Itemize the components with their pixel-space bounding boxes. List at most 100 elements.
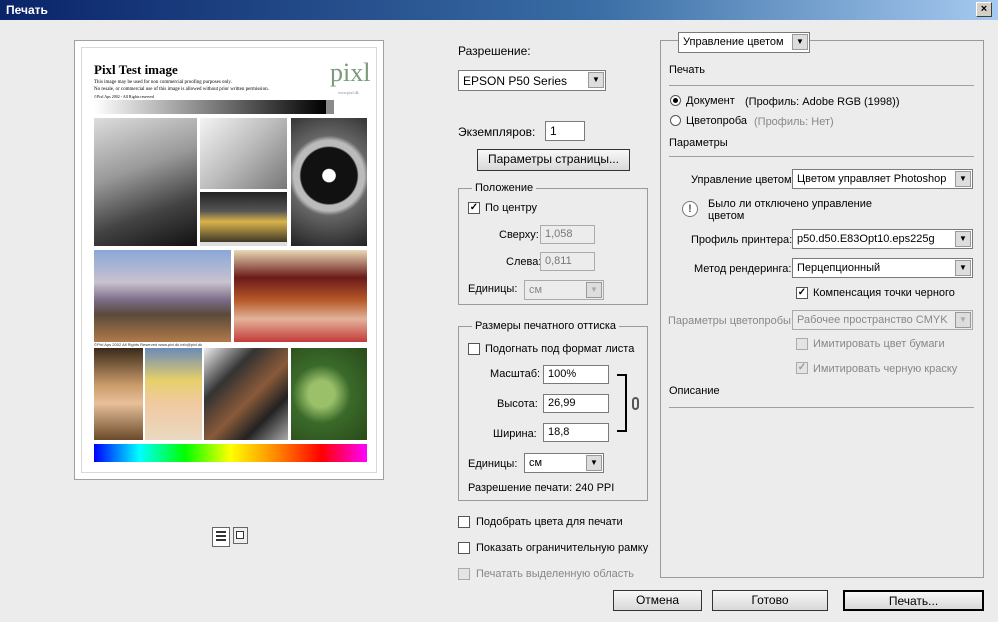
proof-label: Цветопроба [686,115,747,127]
chevron-down-icon: ▼ [955,312,971,328]
position-units-value: см [529,284,543,296]
scaled-units-select[interactable]: см ▼ [524,453,604,473]
photo-woman-1 [94,348,143,440]
proof-setup-label: Параметры цветопробы: [668,315,794,327]
position-units-label: Единицы: [468,283,518,295]
preview-frame: Pixl Test image This image may be used f… [74,40,384,480]
copies-label: Экземпляров: [458,125,536,139]
pixl-logo: pixl [330,58,371,87]
scaled-units-value: см [529,457,543,469]
color-spectrum [94,444,367,462]
fit-media-label: Подогнать под формат листа [485,343,635,355]
match-colors-checkbox[interactable] [458,516,470,528]
grayscale-strip [94,100,326,114]
photo-woman-2 [145,348,202,440]
top-label: Сверху: [499,229,539,241]
bpc-checkbox[interactable]: ✓ [796,287,808,299]
scaled-print-legend: Размеры печатного оттиска [472,320,620,332]
photo-watch [291,118,367,246]
simulate-ink-label: Имитировать черную краску [813,363,958,375]
print-section-title: Печать [669,64,706,76]
photo-food [234,250,367,342]
document-profile: (Профиль: Adobe RGB (1998)) [745,96,900,108]
top-input[interactable]: 1,058 [540,225,595,244]
photo-landscape [94,250,231,342]
printer-profile-select[interactable]: p50.d50.E83Opt10.eps225g ▼ [792,229,973,249]
left-input[interactable]: 0,811 [540,252,595,271]
document-radio[interactable] [670,95,681,106]
document-label: Документ [686,95,735,107]
chevron-down-icon: ▼ [792,34,808,50]
photo-cutlery [200,118,287,189]
photo-aerial [291,348,367,440]
scale-label: Масштаб: [490,368,541,380]
proof-setup-select[interactable]: Рабочее пространство CMYK ▼ [792,310,973,330]
mode-select-value: Управление цветом [683,36,784,48]
printer-profile-label: Профиль принтера: [691,234,793,246]
divider [669,85,974,86]
preview-credits [200,242,287,246]
width-input[interactable]: 18,8 [543,423,609,442]
copies-input[interactable]: 1 [545,121,585,141]
match-colors-label: Подобрать цвета для печати [476,516,623,528]
printer-select-value: EPSON P50 Series [463,74,568,88]
close-button[interactable]: × [976,2,992,17]
color-handling-select[interactable]: Цветом управляет Photoshop ▼ [792,169,973,189]
color-handling-value: Цветом управляет Photoshop [797,173,947,185]
print-resolution: Разрешение печати: 240 PPI [468,482,615,494]
bounding-box-label: Показать ограничительную рамку [476,542,649,554]
printer-select[interactable]: EPSON P50 Series ▼ [458,70,606,91]
window-title: Печать [6,3,48,17]
chevron-down-icon: ▼ [586,455,602,471]
height-input[interactable]: 26,99 [543,394,609,413]
cancel-button[interactable]: Отмена [613,590,702,611]
center-label: По центру [485,202,537,214]
center-checkbox[interactable]: ✓ [468,202,480,214]
color-handling-label: Управление цветом: [691,174,795,186]
simulate-paper-checkbox[interactable] [796,338,808,350]
preview-text-1: This image may be used for non commercia… [94,80,232,85]
mode-select[interactable]: Управление цветом ▼ [678,32,810,53]
chevron-down-icon: ▼ [955,231,971,247]
bpc-label: Компенсация точки черного [813,287,955,299]
position-units-select[interactable]: см ▼ [524,280,604,300]
print-button[interactable]: Печать... [843,590,984,611]
print-preview-icon-glyph [216,531,226,543]
warning-icon: ! [682,201,698,217]
chevron-down-icon: ▼ [955,260,971,276]
pixl-logo-sub: www.pixl.dk [338,90,359,95]
selected-area-label: Печатать выделенную область [476,568,635,580]
proof-radio[interactable] [670,115,681,126]
selected-area-checkbox[interactable] [458,568,470,580]
chevron-down-icon: ▼ [586,282,602,298]
position-legend: Положение [472,182,537,194]
divider [669,156,974,157]
proof-setup-value: Рабочее пространство CMYK [797,314,948,326]
page-setup-button[interactable]: Параметры страницы... [477,149,630,171]
proof-profile: (Профиль: Нет) [754,116,834,128]
title-bar [0,0,998,20]
simulate-paper-label: Имитировать цвет бумаги [813,338,945,350]
chevron-down-icon: ▼ [588,72,604,88]
fit-media-checkbox[interactable] [468,343,480,355]
scale-input[interactable]: 100% [543,365,609,384]
preview-heading: Pixl Test image [94,62,178,77]
done-button[interactable]: Готово [712,590,828,611]
divider [669,407,974,408]
preview-footer: ©Pixl Aps 2002 All Rights Reserved www.p… [94,342,203,347]
left-label: Слева: [506,256,542,268]
preview-text-3: ©Pixl Aps 2002 - All Rights reserved [94,94,154,99]
rendering-select[interactable]: Перцепционный ▼ [792,258,973,278]
resolution-label: Разрешение: [458,44,531,58]
description-section-title: Описание [669,385,720,397]
link-chain-icon[interactable] [632,397,639,410]
photo-clothes [204,348,288,440]
rendering-label: Метод рендеринга: [694,263,792,275]
photo-legs [94,118,197,246]
bounding-box-checkbox[interactable] [458,542,470,554]
preview-text-2: No resale, or commercial use of this ima… [94,87,269,92]
width-label: Ширина: [493,428,537,440]
simulate-ink-checkbox[interactable]: ✓ [796,362,808,374]
printer-profile-value: p50.d50.E83Opt10.eps225g [797,233,935,245]
height-label: Высота: [497,398,538,410]
